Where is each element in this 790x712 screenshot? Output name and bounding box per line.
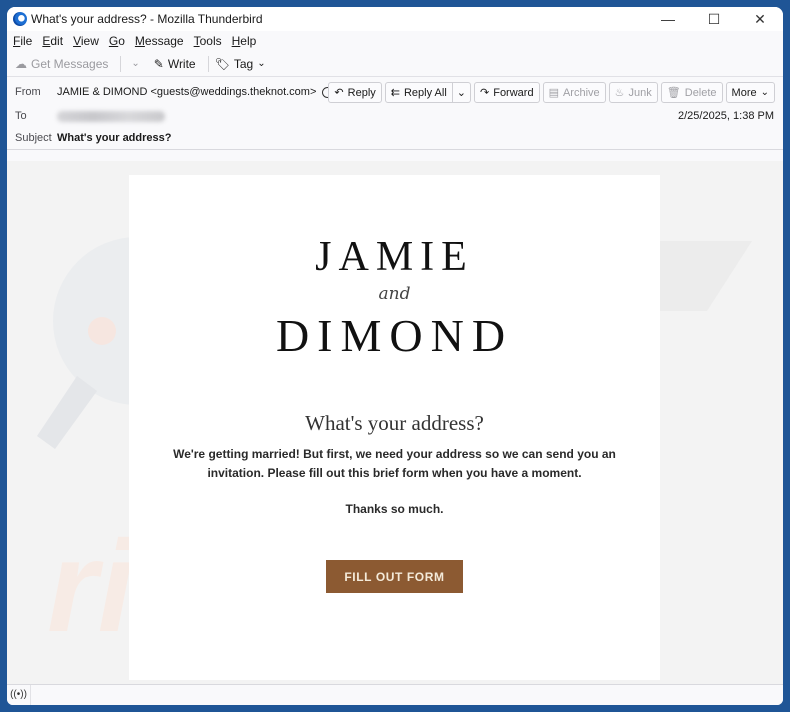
menu-accel: G xyxy=(108,34,119,48)
main-toolbar: ☁ Get Messages ⌄ ✎ Write 🏷 Tag ⌄ xyxy=(7,51,783,77)
menu-label: iew xyxy=(80,34,99,48)
more-button[interactable]: More ⌄ xyxy=(725,82,775,103)
subject-label: Subject xyxy=(15,132,52,144)
menu-label: essage xyxy=(144,34,184,48)
title-bar: What's your address? - Mozilla Thunderbi… xyxy=(7,7,783,31)
to-value-redacted xyxy=(57,110,165,122)
menu-edit[interactable]: Edit xyxy=(42,34,63,48)
thunderbird-window: What's your address? - Mozilla Thunderbi… xyxy=(7,7,783,705)
to-label: To xyxy=(15,110,27,122)
tag-icon: 🏷 xyxy=(214,56,230,71)
name-dimond: DIMOND xyxy=(275,310,514,361)
more-label: More xyxy=(731,86,757,99)
toolbar-divider xyxy=(120,55,122,72)
menu-label: elp xyxy=(240,34,257,48)
menu-label: dit xyxy=(50,34,64,48)
message-body-pane[interactable]: risk.com JAMIE and DIMOND What's your ad… xyxy=(7,161,783,684)
menu-accel: V xyxy=(73,34,81,48)
reply-all-dropdown[interactable]: ⌄ xyxy=(452,82,471,103)
reply-button[interactable]: ↶ Reply xyxy=(328,82,382,103)
reply-all-group: ⇇ Reply All ⌄ xyxy=(384,82,471,103)
and-script: and xyxy=(378,284,411,304)
email-card: JAMIE and DIMOND What's your address? We… xyxy=(129,175,660,680)
from-label: From xyxy=(15,86,41,98)
archive-icon: ▤ xyxy=(548,87,559,99)
toolbar-divider xyxy=(207,55,209,72)
watermark-dot xyxy=(88,317,116,345)
minimize-button[interactable]: — xyxy=(645,7,691,31)
window-title: What's your address? - Mozilla Thunderbi… xyxy=(31,12,263,26)
archive-label: Archive xyxy=(562,86,600,99)
chevron-down-icon: ⌄ xyxy=(456,87,466,99)
forward-icon: ↷ xyxy=(480,87,490,99)
menu-label: ile xyxy=(20,34,33,48)
message-date: 2/25/2025, 1:38 PM xyxy=(677,110,774,122)
write-button[interactable]: ✎ Write xyxy=(154,57,196,71)
message-header: From JAMIE & DIMOND <guests@weddings.the… xyxy=(7,77,783,150)
message-actions: ↶ Reply ⇇ Reply All ⌄ ↷ Forward ▤ Archiv… xyxy=(328,82,775,103)
reply-all-label: Reply All xyxy=(403,86,447,99)
write-label: Write xyxy=(167,56,196,71)
menu-bar: File Edit View Go Message Tools Help xyxy=(7,31,783,51)
to-row: To xyxy=(15,110,165,122)
menu-label: o xyxy=(118,34,125,48)
chevron-down-icon: ⌄ xyxy=(257,58,266,69)
thunderbird-logo-icon xyxy=(13,12,27,26)
couple-names: JAMIE and DIMOND xyxy=(129,233,660,361)
subject-row: Subject What's your address? xyxy=(15,132,171,144)
cloud-download-icon: ☁ xyxy=(15,56,27,71)
menu-tools[interactable]: Tools xyxy=(194,34,222,48)
fill-out-form-button[interactable]: FILL OUT FORM xyxy=(326,560,463,593)
junk-icon: ♨ xyxy=(614,87,625,99)
email-body-text: We're getting married! But first, we nee… xyxy=(173,447,616,480)
email-signoff: Thanks so much. xyxy=(345,502,444,516)
reply-all-icon: ⇇ xyxy=(390,87,400,99)
delete-button[interactable]: 🗑 Delete xyxy=(660,82,723,103)
tag-button[interactable]: 🏷 Tag ⌄ xyxy=(215,57,266,71)
chevron-down-icon: ⌄ xyxy=(131,58,140,69)
close-button[interactable]: ✕ xyxy=(737,7,783,31)
from-row: From JAMIE & DIMOND <guests@weddings.the… xyxy=(15,86,334,98)
menu-view[interactable]: View xyxy=(73,34,99,48)
online-status-icon[interactable]: ((•)) xyxy=(7,685,31,705)
menu-accel: M xyxy=(134,34,145,48)
reply-label: Reply xyxy=(347,86,376,99)
menu-go[interactable]: Go xyxy=(109,34,125,48)
magnifier-handle-icon xyxy=(37,376,97,449)
status-bar: ((•)) xyxy=(7,684,783,705)
delete-label: Delete xyxy=(684,86,717,99)
maximize-button[interactable]: ☐ xyxy=(691,7,737,31)
pencil-icon: ✎ xyxy=(153,56,164,71)
menu-file[interactable]: File xyxy=(13,34,32,48)
reply-icon: ↶ xyxy=(334,87,344,99)
trash-icon: 🗑 xyxy=(666,87,681,99)
junk-label: Junk xyxy=(628,86,652,99)
window-controls: — ☐ ✕ xyxy=(645,7,783,31)
forward-label: Forward xyxy=(493,86,534,99)
reply-all-button[interactable]: ⇇ Reply All xyxy=(384,82,453,103)
subject-value: What's your address? xyxy=(57,132,172,144)
menu-message[interactable]: Message xyxy=(135,34,184,48)
email-headline: What's your address? xyxy=(305,411,484,435)
get-messages-label: Get Messages xyxy=(31,56,109,71)
get-messages-button[interactable]: ☁ Get Messages xyxy=(15,57,108,71)
junk-button[interactable]: ♨ Junk xyxy=(608,82,658,103)
menu-accel: H xyxy=(231,34,241,48)
name-jamie: JAMIE xyxy=(315,234,474,280)
archive-button[interactable]: ▤ Archive xyxy=(542,82,606,103)
menu-label: ools xyxy=(199,34,222,48)
chevron-down-icon: ⌄ xyxy=(760,87,769,98)
from-value[interactable]: JAMIE & DIMOND <guests@weddings.theknot.… xyxy=(57,86,316,98)
forward-button[interactable]: ↷ Forward xyxy=(474,82,540,103)
menu-help[interactable]: Help xyxy=(232,34,257,48)
get-messages-dropdown[interactable]: ⌄ xyxy=(127,58,139,69)
tag-label: Tag xyxy=(233,56,254,71)
